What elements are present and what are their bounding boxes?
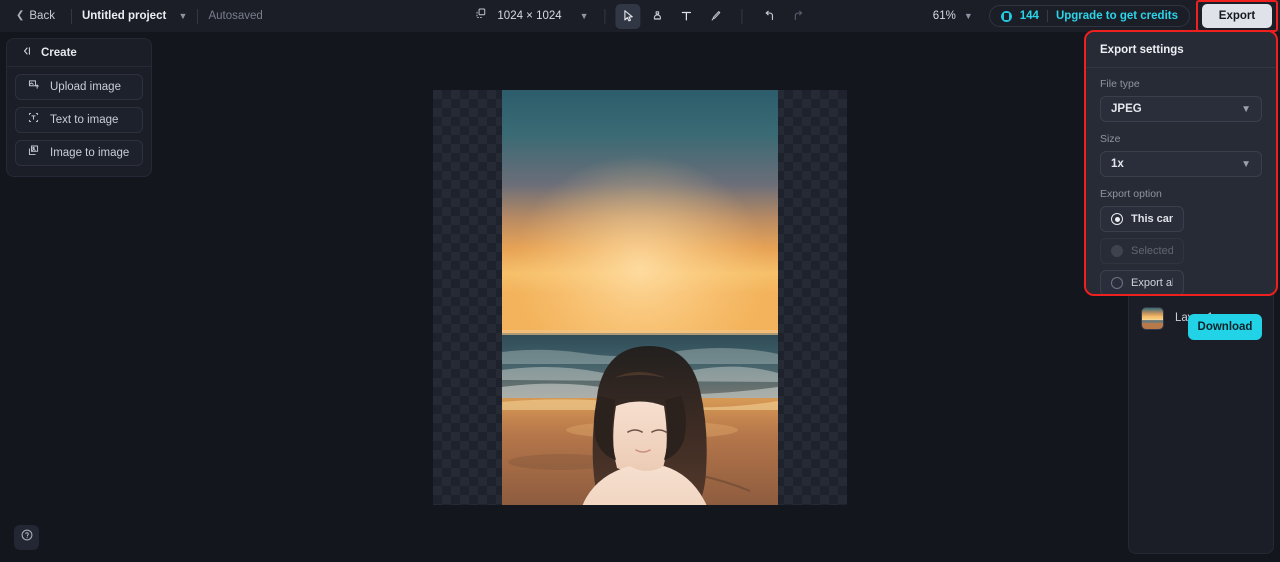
- eraser-tool[interactable]: [645, 4, 670, 29]
- chevron-left-icon: ❮: [16, 10, 25, 21]
- create-panel: Create Upload image Text to image Image …: [6, 38, 152, 177]
- radio-icon: [1111, 245, 1123, 257]
- radio-icon: [1111, 277, 1123, 289]
- sunset-beach-artwork: [502, 90, 778, 505]
- export-settings-footer: Download: [1086, 296, 1276, 340]
- chevron-down-icon: ▼: [579, 11, 589, 21]
- create-panel-header: Create: [7, 39, 151, 67]
- size-value: 1x: [1111, 158, 1124, 170]
- back-button[interactable]: ❮ Back: [10, 6, 61, 26]
- file-type-value: JPEG: [1111, 103, 1142, 115]
- help-icon: [20, 528, 34, 547]
- create-panel-title: Create: [41, 46, 77, 59]
- undo-tool[interactable]: [757, 4, 782, 29]
- credits-count-label: 144: [1019, 10, 1039, 22]
- select-tool[interactable]: [615, 3, 641, 29]
- collapse-panel-icon[interactable]: [20, 44, 32, 62]
- export-option-group: This canvas Selected l... Export all ...: [1100, 206, 1262, 296]
- image-to-image-label: Image to image: [50, 147, 130, 159]
- export-button[interactable]: Export: [1202, 4, 1272, 28]
- text-to-image-button[interactable]: Text to image: [15, 107, 143, 133]
- canvas-size-selector[interactable]: 1024 × 1024 ▼: [469, 3, 594, 29]
- brush-tool[interactable]: [703, 4, 728, 29]
- export-option-export-all[interactable]: Export all ...: [1100, 270, 1184, 296]
- chevron-down-icon: ▼: [1241, 158, 1251, 170]
- topbar-center-group: 1024 × 1024 ▼: [469, 0, 810, 32]
- canvas-dimensions-label: 1024 × 1024: [497, 10, 562, 22]
- canvas-frame-icon: [475, 7, 488, 25]
- export-option-this-canvas[interactable]: This canvas: [1100, 206, 1184, 232]
- image-to-image-button[interactable]: Image to image: [15, 140, 143, 166]
- size-select[interactable]: 1x ▼: [1100, 151, 1262, 177]
- redo-tool[interactable]: [786, 4, 811, 29]
- upload-image-label: Upload image: [50, 81, 121, 93]
- text-to-image-icon: [27, 111, 40, 129]
- export-settings-popover: Export settings File type JPEG ▼ Size 1x…: [1084, 30, 1278, 340]
- export-settings-body: File type JPEG ▼ Size 1x ▼ Export option…: [1086, 68, 1276, 296]
- image-to-image-icon: [27, 144, 40, 162]
- topbar-left-group: ❮ Back Untitled project ▼ Autosaved: [0, 0, 263, 32]
- zoom-level-selector[interactable]: 61% ▼: [927, 6, 979, 26]
- divider: [741, 8, 743, 24]
- top-toolbar: ❮ Back Untitled project ▼ Autosaved 1024…: [0, 0, 1280, 32]
- help-button[interactable]: [14, 525, 39, 550]
- export-option-selected-layers: Selected l...: [1100, 238, 1184, 264]
- project-name-menu[interactable]: Untitled project ▼: [82, 10, 187, 22]
- divider: [70, 8, 72, 24]
- export-option-this-canvas-label: This canvas: [1131, 213, 1173, 225]
- credits-badge[interactable]: 144 Upgrade to get credits: [988, 5, 1190, 27]
- upload-image-icon: [27, 78, 40, 96]
- zoom-level-label: 61%: [932, 10, 956, 22]
- divider: [604, 8, 606, 24]
- export-option-label: Export option: [1100, 188, 1162, 200]
- back-button-label: Back: [29, 10, 55, 22]
- download-button[interactable]: Download: [1188, 314, 1262, 340]
- create-panel-body: Upload image Text to image Image to imag…: [7, 67, 151, 173]
- export-option-selected-layers-label: Selected l...: [1131, 245, 1173, 257]
- artboard[interactable]: [433, 90, 847, 505]
- text-tool[interactable]: [674, 4, 699, 29]
- divider: [197, 8, 199, 24]
- chevron-down-icon: ▼: [963, 11, 973, 21]
- export-button-wrapper: Export: [1196, 0, 1278, 32]
- divider: [1046, 10, 1048, 22]
- topbar-right-group: 61% ▼ 144 Upgrade to get credits Export: [927, 0, 1278, 32]
- canvas-area[interactable]: [153, 32, 1127, 562]
- chevron-down-icon: ▼: [1241, 103, 1251, 115]
- upgrade-link[interactable]: Upgrade to get credits: [1056, 10, 1178, 22]
- tool-group: [615, 3, 811, 29]
- export-settings-title: Export settings: [1100, 44, 1184, 56]
- canvas-image[interactable]: [502, 90, 778, 505]
- text-to-image-label: Text to image: [50, 114, 119, 126]
- autosaved-status: Autosaved: [208, 10, 263, 22]
- app-root: ❮ Back Untitled project ▼ Autosaved 1024…: [0, 0, 1280, 562]
- size-label: Size: [1100, 133, 1121, 145]
- chevron-down-icon: ▼: [178, 11, 188, 21]
- file-type-label: File type: [1100, 78, 1140, 90]
- radio-icon: [1111, 213, 1123, 225]
- credit-coin-icon: [1000, 10, 1012, 22]
- project-name-label: Untitled project: [81, 10, 167, 22]
- upload-image-button[interactable]: Upload image: [15, 74, 143, 100]
- file-type-select[interactable]: JPEG ▼: [1100, 96, 1262, 122]
- export-option-export-all-label: Export all ...: [1131, 277, 1173, 289]
